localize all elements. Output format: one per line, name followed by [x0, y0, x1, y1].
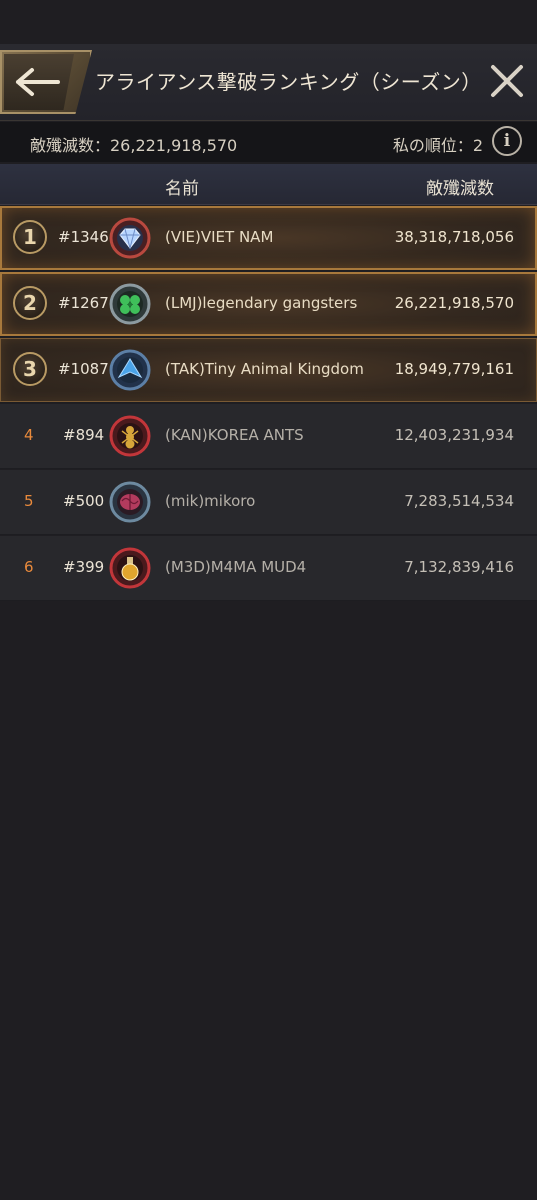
info-icon[interactable]: i: [492, 126, 522, 156]
column-name-label: 名前: [165, 179, 199, 199]
ranking-row[interactable]: 4 #894 (KAN)KOREA ANTS 12,403,231,934: [0, 404, 537, 469]
ant-emblem-icon: [109, 415, 151, 457]
ranking-row[interactable]: 5 #500 (mik)mikoro 7,283,514,534: [0, 470, 537, 535]
alliance-name: (mik)mikoro: [165, 492, 256, 510]
kill-count: 18,949,779,161: [394, 360, 514, 378]
blue-bird-emblem-icon: [109, 349, 151, 391]
alliance-tag: #399: [63, 558, 105, 576]
ranking-row[interactable]: 6 #399 (M3D)M4MA MUD4 7,132,839,416: [0, 536, 537, 601]
alliance-tag: #1087: [58, 360, 109, 378]
rank-medal: 2: [13, 286, 47, 320]
alliance-tag: #500: [63, 492, 105, 510]
table-header: 名前 敵殲滅数: [0, 164, 537, 205]
potion-emblem-icon: [109, 547, 151, 589]
alliance-name: (TAK)Tiny Animal Kingdom: [165, 360, 364, 378]
rank-number: 4: [24, 426, 34, 444]
alliance-name: (LMJ)legendary gangsters: [165, 294, 358, 312]
ranking-row[interactable]: 3 #1087 (TAK)Tiny Animal Kingdom 18,949,…: [0, 338, 537, 403]
ranking-row[interactable]: 2 #1267 (LMJ)legendary gangsters 26,221,…: [0, 272, 537, 337]
rank-medal: 3: [13, 352, 47, 386]
ranking-screen: アライアンス撃破ランキング（シーズン） 敵殲滅数：26,221,918,570 …: [0, 0, 537, 1200]
rank-number: 5: [24, 492, 34, 510]
my-rank-text: 私の順位：2: [392, 136, 483, 155]
rank-medal: 1: [13, 220, 47, 254]
summary-bar: 敵殲滅数：26,221,918,570 私の順位：2: [0, 122, 537, 162]
alliance-tag: #894: [63, 426, 105, 444]
page-title: アライアンス撃破ランキング（シーズン）: [95, 70, 482, 94]
arrow-left-icon: [16, 68, 60, 96]
alliance-tag: #1267: [58, 294, 109, 312]
kill-count: 7,283,514,534: [404, 492, 514, 510]
brain-emblem-icon: [109, 481, 151, 523]
clover-emblem-icon: [109, 283, 151, 325]
total-kills-text: 敵殲滅数：26,221,918,570: [30, 136, 238, 155]
kill-count: 12,403,231,934: [394, 426, 514, 444]
rank-number: 6: [24, 558, 34, 576]
alliance-tag: #1346: [58, 228, 109, 246]
column-kills-label: 敵殲滅数: [426, 179, 494, 199]
alliance-name: (VIE)VIET NAM: [165, 228, 274, 246]
ranking-row[interactable]: 1 #1346 (VIE)VIET NAM 38,318,718,056: [0, 206, 537, 271]
alliance-name: (M3D)M4MA MUD4: [165, 558, 307, 576]
diamond-emblem-icon: [109, 217, 151, 259]
kill-count: 38,318,718,056: [394, 228, 514, 246]
kill-count: 26,221,918,570: [394, 294, 514, 312]
alliance-name: (KAN)KOREA ANTS: [165, 426, 304, 444]
kill-count: 7,132,839,416: [404, 558, 514, 576]
close-icon[interactable]: [488, 62, 526, 100]
